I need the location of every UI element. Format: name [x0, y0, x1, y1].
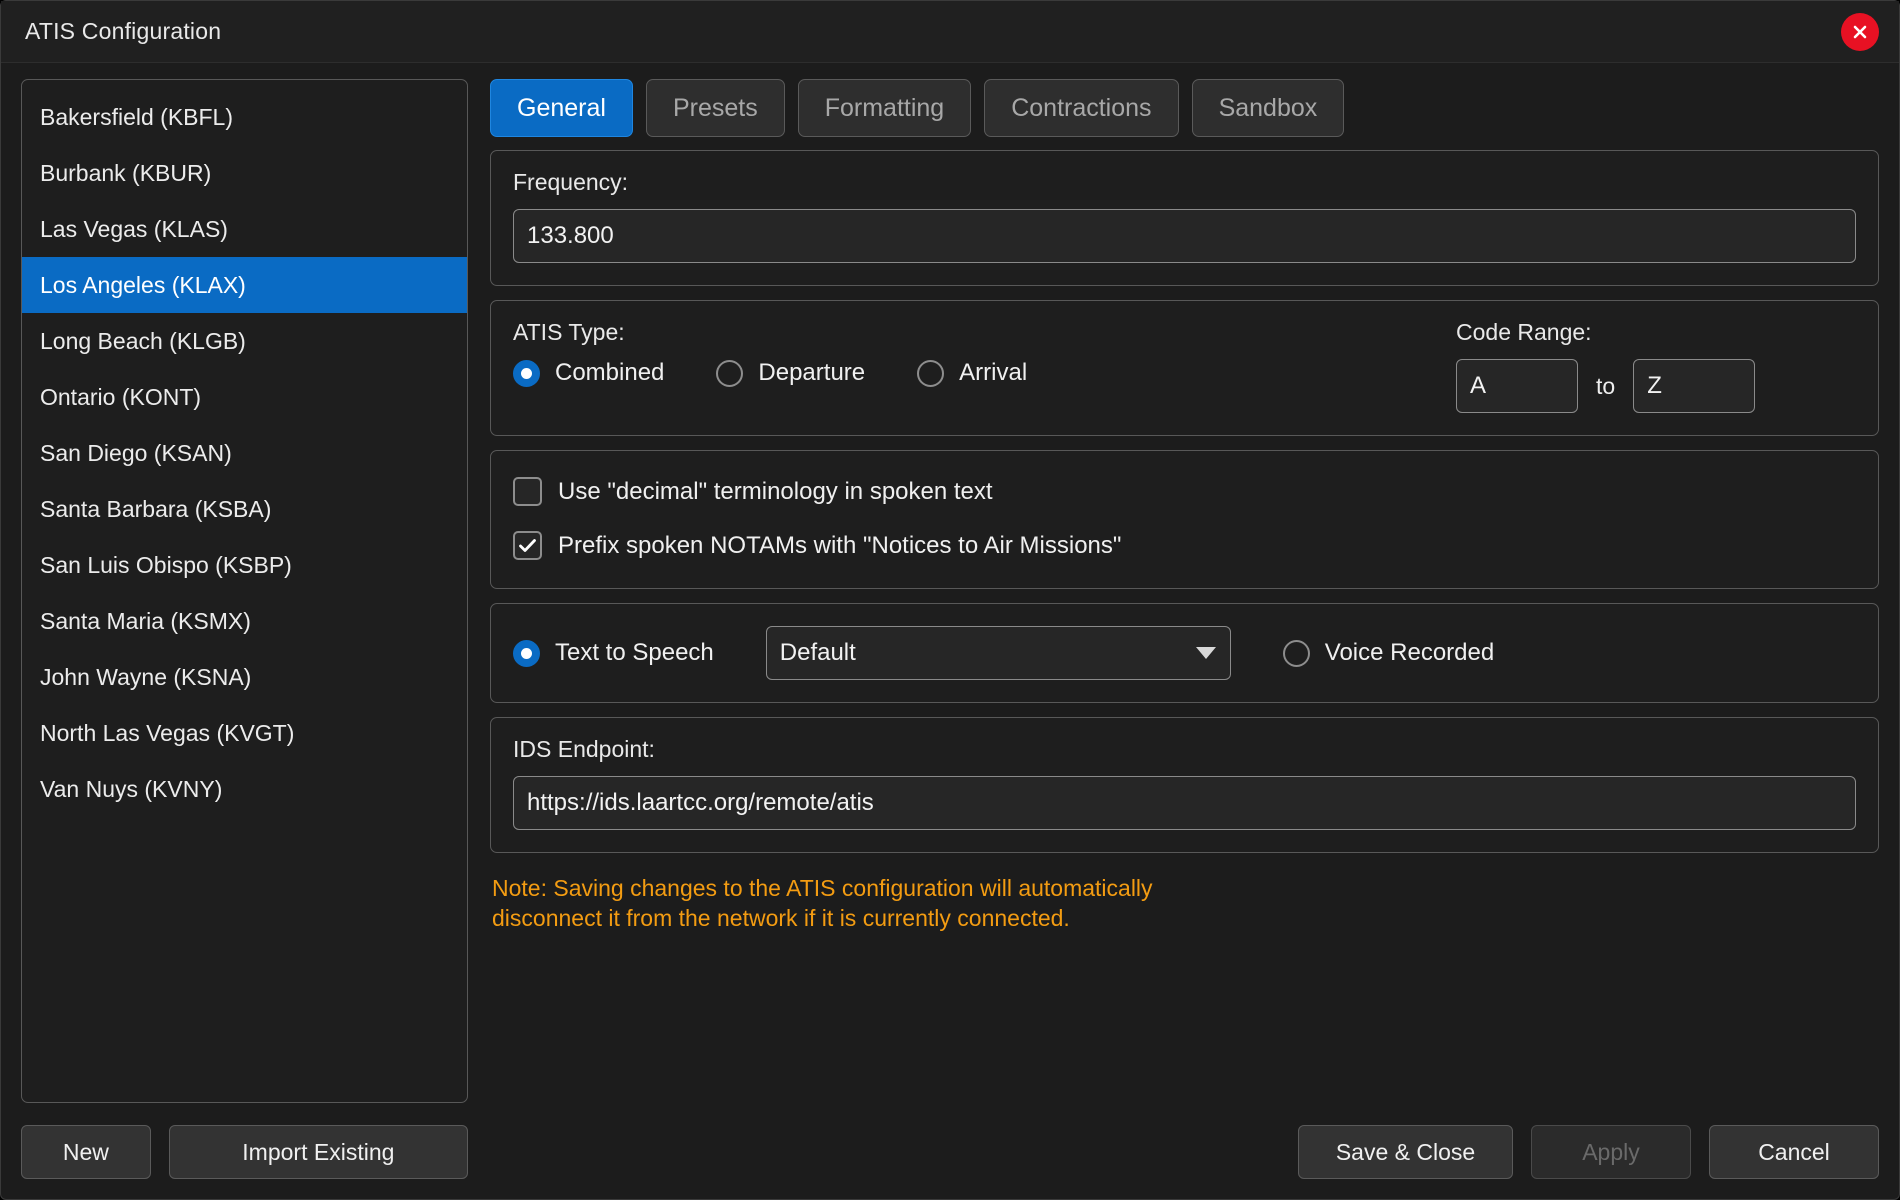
radio-arrival[interactable]: Arrival	[917, 359, 1027, 387]
tab-bar: General Presets Formatting Contractions …	[490, 79, 1879, 150]
profile-label: Ontario (KONT)	[40, 383, 202, 410]
list-item[interactable]: North Las Vegas (KVGT)	[22, 705, 467, 761]
list-item[interactable]: Burbank (KBUR)	[22, 145, 467, 201]
code-range-label: Code Range:	[1456, 319, 1592, 345]
apply-button: Apply	[1531, 1125, 1691, 1179]
list-item[interactable]: Bakersfield (KBFL)	[22, 89, 467, 145]
list-item[interactable]: Long Beach (KLGB)	[22, 313, 467, 369]
atis-type-group: ATIS Type: Combined Departure Arrival Co…	[490, 300, 1879, 436]
checkbox-notam-prefix[interactable]: Prefix spoken NOTAMs with "Notices to Ai…	[513, 531, 1856, 560]
checkbox-notam-indicator	[513, 531, 542, 560]
radio-departure[interactable]: Departure	[716, 359, 865, 387]
window-title: ATIS Configuration	[25, 18, 222, 44]
radio-combined[interactable]: Combined	[513, 359, 664, 387]
note-line-2: disconnect it from the network if it is …	[492, 905, 1070, 932]
profile-label: San Diego (KSAN)	[40, 439, 232, 466]
window-body: Bakersfield (KBFL) Burbank (KBUR) Las Ve…	[1, 63, 1899, 1199]
tts-voice-select[interactable]: Default	[765, 626, 1231, 680]
list-item[interactable]: San Diego (KSAN)	[22, 425, 467, 481]
radio-voice-recorded[interactable]: Voice Recorded	[1282, 639, 1495, 667]
profile-label: Long Beach (KLGB)	[40, 327, 246, 354]
tts-voice-value: Default	[779, 639, 856, 666]
profile-label: Burbank (KBUR)	[40, 159, 212, 186]
left-column: Bakersfield (KBFL) Burbank (KBUR) Las Ve…	[21, 79, 468, 1199]
cancel-button[interactable]: Cancel	[1709, 1125, 1879, 1179]
code-range-row: A to Z	[1456, 359, 1856, 413]
profile-label: John Wayne (KSNA)	[40, 663, 252, 690]
checkbox-decimal-indicator	[513, 477, 542, 506]
atis-profile-list[interactable]: Bakersfield (KBFL) Burbank (KBUR) Las Ve…	[21, 79, 468, 1103]
titlebar: ATIS Configuration	[1, 1, 1899, 63]
note-line-1: Note: Saving changes to the ATIS configu…	[492, 875, 1153, 901]
profile-label: Las Vegas (KLAS)	[40, 215, 228, 242]
checkbox-notam-label: Prefix spoken NOTAMs with "Notices to Ai…	[558, 531, 1122, 559]
list-item[interactable]: Ontario (KONT)	[22, 369, 467, 425]
checkbox-decimal-label: Use "decimal" terminology in spoken text	[558, 477, 993, 505]
ids-endpoint-label: IDS Endpoint:	[513, 736, 655, 762]
profile-label: Van Nuys (KVNY)	[40, 775, 223, 802]
ids-endpoint-group: IDS Endpoint: https://ids.laartcc.org/re…	[490, 717, 1879, 853]
ids-endpoint-input[interactable]: https://ids.laartcc.org/remote/atis	[513, 776, 1856, 830]
radio-combined-label: Combined	[555, 359, 665, 386]
code-range-section: Code Range: A to Z	[1456, 319, 1856, 413]
profile-label: Santa Barbara (KSBA)	[40, 495, 272, 522]
list-item-selected[interactable]: Los Angeles (KLAX)	[22, 257, 467, 313]
footer-button-row: Save & Close Apply Cancel	[490, 1103, 1879, 1199]
spoken-text-options-group: Use "decimal" terminology in spoken text…	[490, 450, 1879, 589]
tab-general[interactable]: General	[490, 79, 633, 137]
right-column: General Presets Formatting Contractions …	[490, 79, 1879, 1199]
list-item[interactable]: Santa Maria (KSMX)	[22, 593, 467, 649]
tab-presets[interactable]: Presets	[645, 79, 785, 137]
atis-configuration-window: ATIS Configuration Bakersfield (KBFL) Bu…	[0, 0, 1900, 1200]
frequency-input[interactable]: 133.800	[513, 209, 1856, 263]
atis-type-label: ATIS Type:	[513, 319, 625, 345]
tab-sandbox[interactable]: Sandbox	[1191, 79, 1345, 137]
radio-text-to-speech-indicator	[513, 639, 540, 667]
general-tab-panel: Frequency: 133.800 ATIS Type: Combined D…	[490, 150, 1879, 1103]
list-item[interactable]: John Wayne (KSNA)	[22, 649, 467, 705]
chevron-down-icon	[1195, 647, 1216, 659]
radio-arrival-indicator	[917, 359, 945, 387]
profile-label: Bakersfield (KBFL)	[40, 103, 234, 130]
atis-type-radio-group: Combined Departure Arrival	[513, 359, 1456, 387]
radio-text-to-speech[interactable]: Text to Speech	[513, 639, 714, 667]
close-icon[interactable]	[1841, 12, 1879, 51]
new-button[interactable]: New	[21, 1125, 151, 1179]
code-range-to-label: to	[1596, 372, 1616, 399]
import-existing-button[interactable]: Import Existing	[168, 1125, 468, 1179]
save-and-close-button[interactable]: Save & Close	[1298, 1125, 1513, 1179]
list-item[interactable]: Van Nuys (KVNY)	[22, 761, 467, 817]
code-range-from-input[interactable]: A	[1456, 359, 1578, 413]
frequency-label: Frequency:	[513, 169, 629, 195]
radio-combined-indicator	[513, 359, 540, 387]
tab-contractions[interactable]: Contractions	[984, 79, 1179, 137]
profile-label: Los Angeles (KLAX)	[40, 271, 246, 298]
checkbox-decimal-terminology[interactable]: Use "decimal" terminology in spoken text	[513, 477, 1856, 506]
tab-formatting[interactable]: Formatting	[797, 79, 972, 137]
radio-text-to-speech-label: Text to Speech	[555, 639, 714, 666]
frequency-group: Frequency: 133.800	[490, 150, 1879, 286]
left-button-row: New Import Existing	[21, 1103, 468, 1199]
code-range-to-input[interactable]: Z	[1633, 359, 1756, 413]
profile-label: Santa Maria (KSMX)	[40, 607, 251, 634]
list-item[interactable]: San Luis Obispo (KSBP)	[22, 537, 467, 593]
radio-voice-recorded-label: Voice Recorded	[1324, 639, 1495, 666]
save-warning-note: Note: Saving changes to the ATIS configu…	[490, 867, 1879, 934]
radio-voice-recorded-indicator	[1282, 639, 1310, 667]
radio-arrival-label: Arrival	[959, 359, 1028, 386]
radio-departure-label: Departure	[758, 359, 866, 386]
list-item[interactable]: Santa Barbara (KSBA)	[22, 481, 467, 537]
profile-label: San Luis Obispo (KSBP)	[40, 551, 292, 578]
voice-group: Text to Speech Default Voice Recorded	[490, 603, 1879, 703]
atis-type-section: ATIS Type: Combined Departure Arrival	[513, 319, 1456, 413]
panel-spacer	[490, 948, 1879, 1103]
list-item[interactable]: Las Vegas (KLAS)	[22, 201, 467, 257]
profile-label: North Las Vegas (KVGT)	[40, 719, 295, 746]
radio-departure-indicator	[716, 359, 744, 387]
